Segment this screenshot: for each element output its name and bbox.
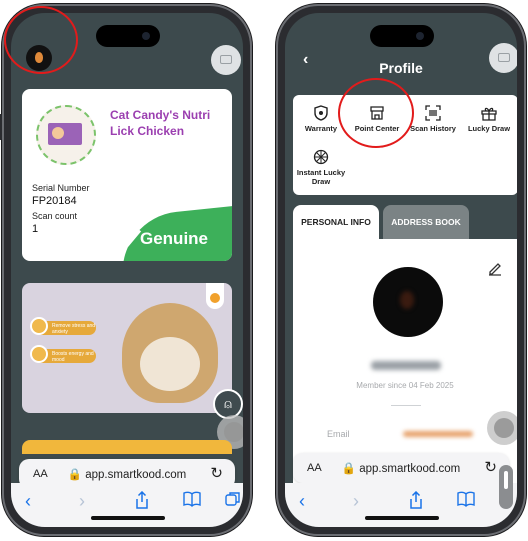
shield-icon [314, 105, 328, 121]
profile-avatar [373, 267, 443, 337]
product-title: Cat Candy's Nutri Lick Chicken [110, 108, 211, 138]
dynamic-island [370, 25, 434, 47]
url-text: 🔒 app.smartkood.com [341, 463, 461, 475]
member-since: Member since 04 Feb 2025 [356, 381, 454, 390]
back-icon[interactable]: ‹ [25, 491, 31, 512]
home-indicator [91, 516, 165, 520]
bookmarks-icon[interactable] [457, 491, 475, 507]
serial-number-value: FP20184 [32, 195, 77, 207]
dynamic-island [96, 25, 160, 47]
cat-image [122, 303, 218, 403]
divider [391, 405, 421, 406]
browser-toolbar: ‹ › [11, 483, 243, 527]
url-text: 🔒 app.smartkood.com [67, 469, 187, 481]
blurred-user-name [371, 361, 441, 370]
gift-icon [481, 107, 497, 121]
volume-button [0, 114, 2, 140]
assistive-touch-button[interactable] [487, 411, 517, 445]
feature-instant-lucky-draw[interactable]: Instant Lucky Draw [293, 149, 349, 186]
edit-icon[interactable] [487, 261, 503, 277]
forward-icon[interactable]: › [353, 491, 359, 512]
tab-address-book[interactable]: ADDRESS BOOK [383, 205, 469, 239]
browser-toolbar: ‹ › [285, 483, 517, 527]
reload-icon[interactable]: ↻ [210, 464, 223, 482]
image-icon[interactable] [489, 43, 517, 73]
brand-badge-icon [206, 283, 224, 309]
forward-icon[interactable]: › [79, 491, 85, 512]
next-banner-edge [22, 440, 232, 454]
address-bar[interactable]: AA 🔒 app.smartkood.com ↻ [293, 453, 509, 483]
email-label: Email [327, 429, 350, 439]
product-image [36, 105, 96, 165]
genuine-status: Genuine [140, 229, 209, 248]
share-icon[interactable] [409, 491, 423, 509]
serial-number-label: Serial Number [32, 183, 90, 193]
scan-count-label: Scan count [32, 211, 78, 221]
page-title: Profile [379, 60, 423, 76]
tabs-icon[interactable] [225, 491, 241, 507]
highlight-circle [4, 6, 78, 74]
promo-banner[interactable]: Remove stress and anxiety Boosts energy … [22, 283, 232, 413]
home-indicator [365, 516, 439, 520]
image-icon[interactable] [211, 45, 241, 75]
benefit-pill: Remove stress and anxiety [30, 317, 96, 335]
product-verification-card: Cat Candy's Nutri Lick Chicken Serial Nu… [22, 89, 232, 261]
wheel-icon [313, 149, 329, 165]
personal-info-panel: Member since 04 Feb 2025 Email [293, 239, 517, 489]
feature-lucky-draw[interactable]: Lucky Draw [461, 105, 517, 133]
right-phone-frame: ‹ Profile Warranty Point Center Scan His… [276, 4, 526, 536]
scan-count-value: 1 [32, 223, 39, 235]
left-phone-screen: Cat Candy's Nutri Lick Chicken Serial Nu… [11, 13, 243, 527]
reload-icon[interactable]: ↻ [484, 458, 497, 476]
blurred-email [403, 431, 473, 437]
assistant-button[interactable]: ⍝ [213, 389, 243, 419]
tab-personal-info[interactable]: PERSONAL INFO [293, 205, 379, 239]
bookmarks-icon[interactable] [183, 491, 201, 507]
scroll-handle[interactable] [499, 465, 513, 509]
back-icon[interactable]: ‹ [299, 491, 305, 512]
scan-icon [425, 105, 441, 121]
share-icon[interactable] [135, 491, 149, 509]
benefit-pill: Boosts energy and mood [30, 345, 96, 363]
left-phone-frame: Cat Candy's Nutri Lick Chicken Serial Nu… [0, 4, 252, 536]
highlight-circle [338, 78, 414, 148]
